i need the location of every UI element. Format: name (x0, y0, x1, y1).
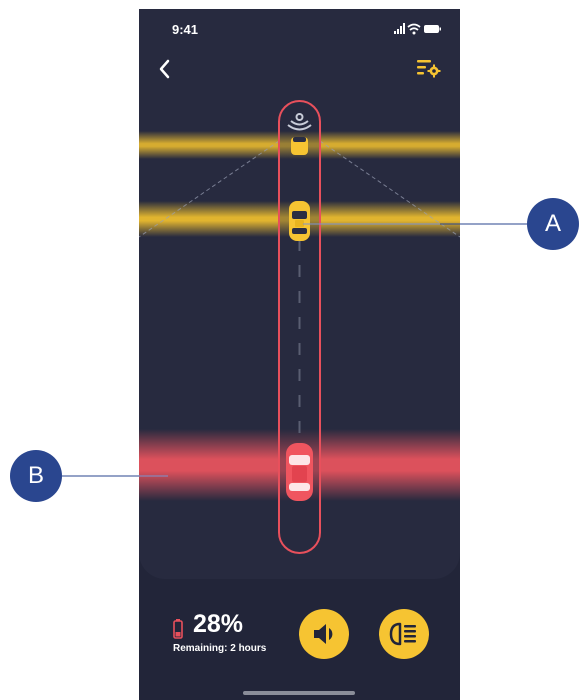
callout-b: B (10, 450, 62, 502)
callout-lines (62, 223, 527, 477)
callout-a: A (527, 198, 579, 250)
